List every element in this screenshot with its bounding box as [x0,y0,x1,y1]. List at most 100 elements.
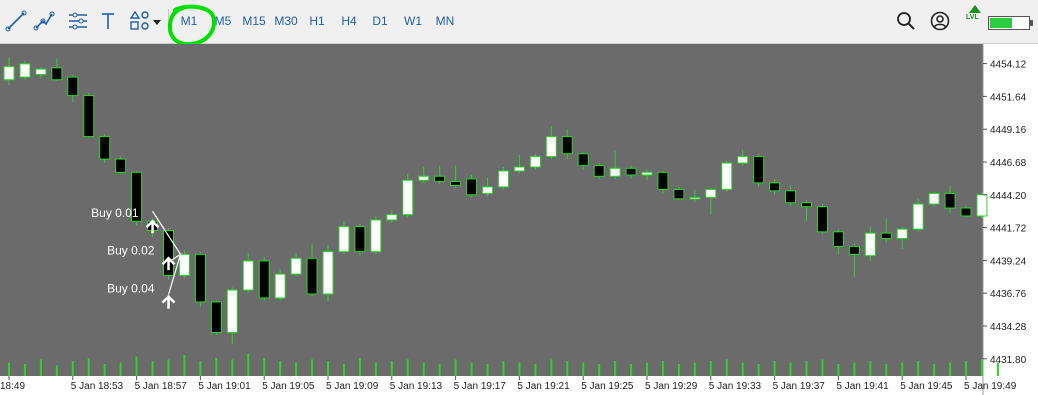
candle-body [83,95,95,138]
candle-body [19,63,31,78]
volume-bar [773,361,776,376]
volume-bar [87,358,90,376]
candle-body [816,206,828,233]
candle-body [896,228,908,239]
candle[interactable] [19,61,31,80]
candle-body [450,181,462,187]
volume-bar [901,362,904,376]
candle-body [769,182,781,192]
candle[interactable] [210,300,222,335]
volume-bar [55,365,58,376]
timeframe-d1[interactable]: D1 [367,8,393,34]
time-tick-label: 5 Jan 19:01 [198,381,251,392]
time-tick-label: 5 Jan 19:05 [262,381,315,392]
candle[interactable] [593,163,605,179]
timeframe-mn[interactable]: MN [430,8,460,34]
candle-body [178,253,190,276]
battery-cap [1030,20,1033,26]
trade-label: Buy 0.01 [91,206,139,220]
text-tool-button[interactable] [94,8,122,34]
candle[interactable] [322,245,334,302]
volume-bar [327,361,329,376]
candle-body [753,155,765,184]
timeframe-m15[interactable]: M15 [238,8,270,34]
volume-bar [566,361,569,376]
candle-body [258,260,270,299]
account-icon [930,11,950,31]
candle-body [274,273,286,299]
timeframe-m30[interactable]: M30 [270,8,302,34]
volume-bar [741,362,744,376]
chart-area[interactable]: Buy 0.01 Buy 0.02 Buy 0.04 4454.12 4451.64 4… [0,44,1038,395]
time-tick-label: 5 Jan 19:21 [517,381,570,392]
candle-body [657,171,669,190]
candle-body [880,232,892,239]
candle[interactable] [816,204,828,235]
candle-body [912,203,924,230]
candle-body [593,165,605,177]
candle[interactable] [753,153,765,187]
candle[interactable] [402,173,414,218]
candle-body [689,196,701,200]
candle[interactable] [83,92,95,138]
time-tick-label: 5 Jan 19:09 [326,381,379,392]
volume-bar [646,362,648,376]
candle[interactable] [354,223,366,256]
candle[interactable] [721,160,733,193]
volume-bar [933,364,936,376]
candle[interactable] [338,221,350,255]
search-button[interactable] [892,8,920,34]
candle-body [434,175,446,183]
candle-body [67,76,79,97]
candle-body [785,190,797,204]
volume-bar [885,364,888,376]
volume-bar [374,362,377,376]
timeframe-m1[interactable]: M1 [174,8,204,34]
candle-body [210,301,222,333]
volume-bar [630,364,633,376]
timeframe-w1[interactable]: W1 [399,8,427,34]
candle-body [226,289,238,333]
candle[interactable] [115,156,127,174]
candle[interactable] [258,256,270,301]
trendline-tool-button[interactable] [30,8,58,34]
trade-label: Buy 0.02 [107,243,155,257]
candle-body [194,253,206,303]
candle[interactable] [976,192,988,219]
timeframe-h4[interactable]: H4 [336,8,362,34]
candle-body [832,231,844,247]
candle-body [705,188,717,198]
price-tick-label: 4431.80 [990,355,1027,366]
candle[interactable] [912,198,924,232]
text-tool-icon [102,13,114,29]
price-tick-label: 4439.24 [990,256,1027,267]
timeframe-h1[interactable]: H1 [304,8,330,34]
candle[interactable] [99,133,111,164]
candle-body [466,178,478,196]
candle[interactable] [194,251,206,308]
line-tool-button[interactable] [2,8,30,34]
candle[interactable] [370,215,382,255]
timeframe-m5[interactable]: M5 [208,8,238,34]
candle[interactable] [529,153,541,170]
price-tick-label: 4444.20 [990,191,1027,202]
volume-bar [231,359,234,376]
candle-body [497,170,509,188]
volume-bar [725,359,728,376]
fibonacci-tool-button[interactable] [64,8,92,34]
time-tick-label: 5 Jan 19:29 [645,381,698,392]
battery-indicator [988,16,1030,30]
time-tick-label: 5 Jan 19:25 [581,381,634,392]
account-button[interactable] [926,8,954,34]
volume-bar [215,358,218,376]
candle-body [402,179,414,216]
volume-bar [837,364,840,376]
volume-bar [358,358,361,376]
candle[interactable] [928,192,940,207]
volume-bar [279,361,282,376]
shapes-tool-button[interactable] [126,8,164,34]
candle-body [561,136,573,155]
volume-bar [183,355,186,376]
volume-bar [965,361,967,376]
candlestick-chart[interactable]: Buy 0.01 Buy 0.02 Buy 0.04 4454.12 4451.64 4… [0,44,1038,395]
